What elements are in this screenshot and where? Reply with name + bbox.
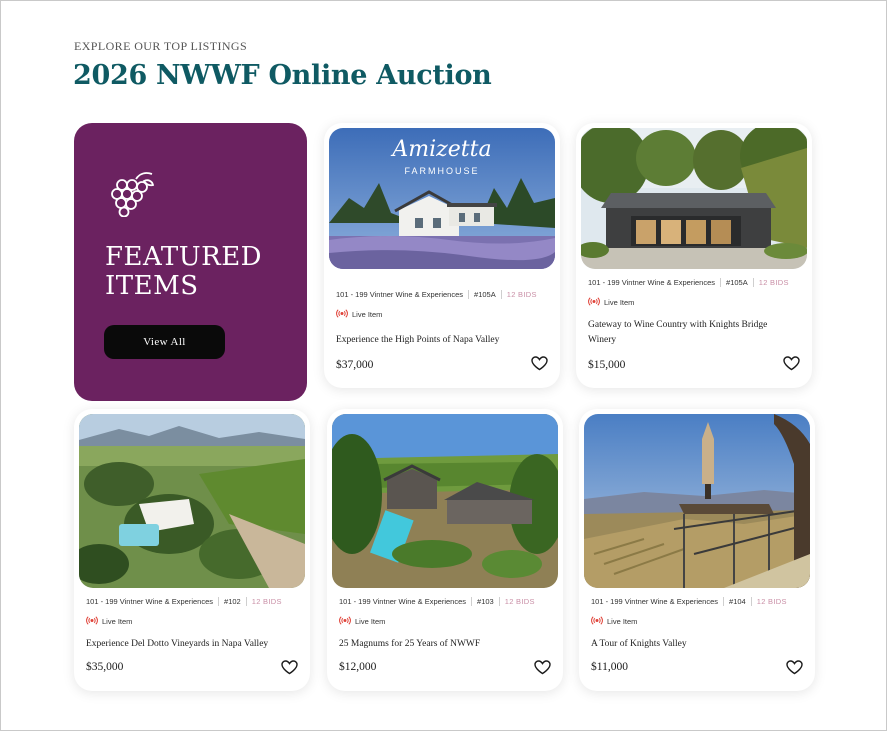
live-status-label: Live Item [607,617,638,626]
listing-price: $15,000 [588,359,626,371]
listing-title[interactable]: 25 Magnums for 25 Years of NWWF [339,637,539,652]
broadcast-icon [339,616,351,627]
listing-category: 101 - 199 Vintner Wine & Experiences [336,290,464,299]
listing-bids: 12 BIDS [756,597,787,606]
featured-title-line1: FEATURED [105,242,263,272]
listing-image [581,128,807,269]
listing-title[interactable]: A Tour of Knights Valley [591,637,791,652]
listing-card[interactable]: 101 - 199 Vintner Wine & Experiences #10… [327,409,563,691]
listing-card[interactable]: 101 - 199 Vintner Wine & Experiences #10… [576,123,812,388]
meta-divider [471,597,473,606]
meta-divider [500,290,502,299]
listing-bids: 12 BIDS [758,278,789,287]
image-logo-subtext: FARMHOUSE [404,166,479,176]
listing-meta: 101 - 199 Vintner Wine & Experiences #10… [339,597,553,606]
listing-meta: 101 - 199 Vintner Wine & Experiences #10… [588,278,802,287]
listing-price: $12,000 [339,661,377,673]
listing-image: Amizetta FARMHOUSE [329,128,555,269]
listing-category: 101 - 199 Vintner Wine & Experiences [588,278,716,287]
listing-bids: 12 BIDS [506,290,537,299]
heart-icon[interactable] [534,660,551,680]
listing-meta: 101 - 199 Vintner Wine & Experiences #10… [86,597,300,606]
featured-title-line2: ITEMS [105,271,199,301]
heart-icon[interactable] [531,356,548,376]
live-status-label: Live Item [102,617,133,626]
listing-lot: #102 [224,597,241,606]
listing-price: $35,000 [86,661,124,673]
live-status: Live Item [591,616,637,627]
live-status-label: Live Item [604,298,635,307]
live-status: Live Item [86,616,132,627]
meta-divider [498,597,500,606]
listing-lot: #104 [729,597,746,606]
listing-image [584,414,810,588]
live-status: Live Item [339,616,385,627]
broadcast-icon [86,616,98,627]
meta-divider [468,290,470,299]
listing-card[interactable]: 101 - 199 Vintner Wine & Experiences #10… [74,409,310,691]
listing-price: $37,000 [336,359,374,371]
listing-meta: 101 - 199 Vintner Wine & Experiences #10… [336,290,550,299]
broadcast-icon [588,297,600,308]
listing-meta: 101 - 199 Vintner Wine & Experiences #10… [591,597,805,606]
heart-icon[interactable] [786,660,803,680]
meta-divider [723,597,725,606]
image-logo-text: Amizetta [390,137,491,162]
heart-icon[interactable] [783,356,800,376]
listing-lot: #105A [726,278,748,287]
listing-bids: 12 BIDS [504,597,535,606]
meta-divider [720,278,722,287]
listing-lot: #103 [477,597,494,606]
listing-card[interactable]: Amizetta FARMHOUSE 101 - 199 Vintner Win… [324,123,560,388]
grape-icon [106,169,158,222]
listing-image [79,414,305,588]
live-status: Live Item [588,297,634,308]
meta-divider [752,278,754,287]
broadcast-icon [336,309,348,320]
featured-title: FEATURED ITEMS [105,243,262,301]
meta-divider [218,597,220,606]
listing-title[interactable]: Experience Del Dotto Vineyards in Napa V… [86,637,286,652]
listing-title[interactable]: Gateway to Wine Country with Knights Bri… [588,318,788,348]
listing-category: 101 - 199 Vintner Wine & Experiences [86,597,214,606]
listing-card[interactable]: 101 - 199 Vintner Wine & Experiences #10… [579,409,815,691]
heart-icon[interactable] [281,660,298,680]
featured-items-panel: FEATURED ITEMS View All [74,123,307,401]
page-title: 2026 NWWF Online Auction [73,60,492,91]
view-all-button[interactable]: View All [104,325,225,359]
meta-divider [750,597,752,606]
listing-image [332,414,558,588]
listing-lot: #105A [474,290,496,299]
listing-category: 101 - 199 Vintner Wine & Experiences [591,597,719,606]
listing-category: 101 - 199 Vintner Wine & Experiences [339,597,467,606]
listing-price: $11,000 [591,661,628,673]
section-eyebrow: EXPLORE OUR TOP LISTINGS [74,39,248,53]
listing-bids: 12 BIDS [251,597,282,606]
live-status-label: Live Item [352,310,383,319]
meta-divider [245,597,247,606]
live-status: Live Item [336,309,382,320]
live-status-label: Live Item [355,617,386,626]
listing-title[interactable]: Experience the High Points of Napa Valle… [336,333,536,348]
broadcast-icon [591,616,603,627]
